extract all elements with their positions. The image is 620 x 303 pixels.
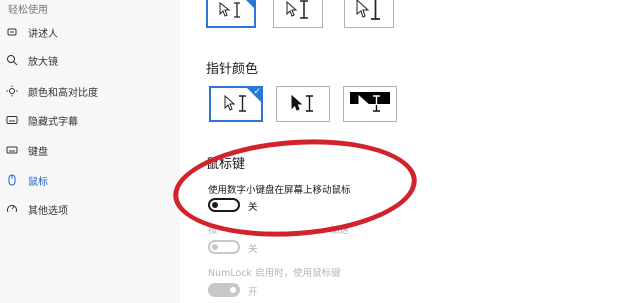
selected-indicator [238, 0, 256, 10]
toggle-knob [212, 202, 218, 208]
captions-icon [6, 114, 18, 126]
accelerate-description-tail: 加速 [330, 225, 350, 236]
pointer-size-medium[interactable] [273, 0, 323, 28]
inverted-pointer-icon [358, 94, 380, 112]
pointer-color-white[interactable]: ✓ [209, 86, 263, 122]
sidebar: 轻松使用 讲述人 放大镜 颜色和高对比度 隐藏式字幕 键盘 鼠标 其他选项 [0, 0, 180, 303]
sidebar-item-label: 放大镜 [28, 56, 58, 68]
numlock-toggle[interactable] [208, 283, 240, 297]
sidebar-item-captions[interactable]: 隐藏式字幕 [0, 109, 180, 131]
accelerate-toggle-state: 关 [248, 244, 258, 255]
sidebar-item-color-contrast[interactable]: 颜色和高对比度 [0, 80, 180, 102]
accelerate-description: 按 [208, 225, 218, 236]
sidebar-item-narrator[interactable]: 讲述人 [0, 21, 180, 43]
narrator-icon [6, 26, 18, 38]
sidebar-item-label: 讲述人 [28, 28, 58, 40]
sidebar-item-label: 颜色和高对比度 [28, 87, 98, 99]
toggle-knob [230, 287, 236, 293]
sidebar-item-label: 鼠标 [28, 176, 48, 188]
main-content: 指针颜色 ✓ 鼠标键 使用数字小键盘在屏幕上移动鼠标 关 按 加速 关 NumL… [180, 0, 620, 303]
black-pointer-icon [291, 94, 313, 112]
brightness-icon [6, 85, 18, 97]
pointer-color-inverted[interactable] [343, 86, 397, 122]
arrow-text-cursor-icon [286, 0, 308, 19]
numlock-description: NumLock 启用时，使用鼠标键 [208, 268, 341, 279]
sidebar-item-label: 其他选项 [28, 205, 68, 217]
sidebar-item-label: 键盘 [28, 146, 48, 158]
mouse-keys-title: 鼠标键 [206, 157, 246, 172]
arrow-text-cursor-icon [356, 0, 380, 20]
accelerate-toggle[interactable] [208, 240, 240, 254]
keyboard-icon [6, 144, 18, 156]
sidebar-item-other-options[interactable]: 其他选项 [0, 198, 180, 220]
mouse-keys-description: 使用数字小键盘在屏幕上移动鼠标 [208, 185, 351, 196]
pointer-size-small[interactable] [206, 0, 256, 28]
pointer-color-title: 指针颜色 [206, 62, 259, 77]
sidebar-item-mouse[interactable]: 鼠标 [0, 169, 180, 191]
pointer-size-large[interactable] [344, 0, 394, 28]
sidebar-item-keyboard[interactable]: 键盘 [0, 139, 180, 161]
sidebar-item-magnifier[interactable]: 放大镜 [0, 49, 180, 71]
numlock-toggle-state: 开 [248, 287, 258, 298]
mouse-icon [6, 174, 18, 186]
sidebar-section-title: 轻松使用 [8, 5, 48, 16]
toggle-knob [212, 244, 218, 250]
pointer-color-black[interactable] [276, 86, 330, 122]
sidebar-item-label: 隐藏式字幕 [28, 116, 78, 128]
magnifier-icon [6, 54, 18, 66]
other-options-icon [6, 203, 18, 215]
mouse-keys-toggle-state: 关 [248, 202, 258, 213]
mouse-keys-toggle[interactable] [208, 198, 240, 212]
checkmark-icon: ✓ [253, 87, 261, 97]
